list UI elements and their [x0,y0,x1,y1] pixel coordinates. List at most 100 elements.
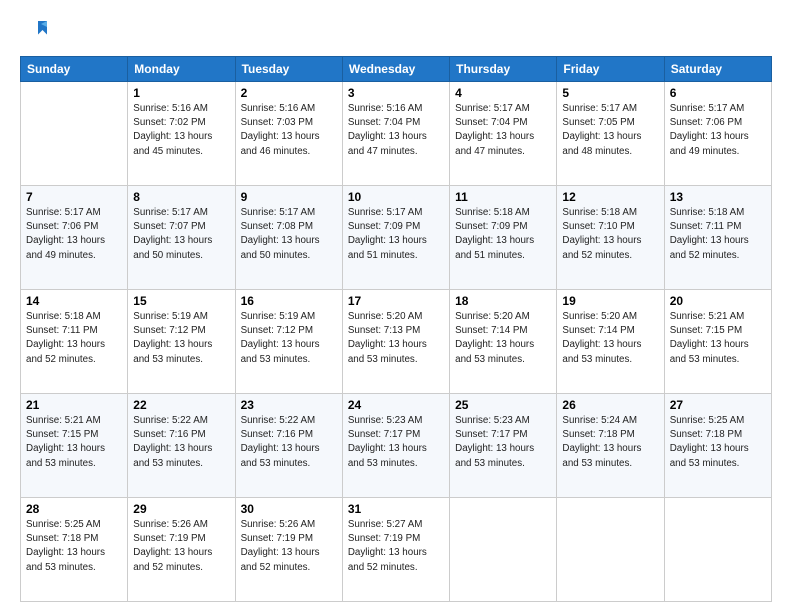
cell-info: Sunrise: 5:21 AMSunset: 7:15 PMDaylight:… [670,310,766,367]
cell-date: 14 [26,294,122,308]
calendar-cell: 3 Sunrise: 5:16 AMSunset: 7:04 PMDaylight… [342,82,449,186]
cell-info: Sunrise: 5:25 AMSunset: 7:18 PMDaylight:… [670,414,766,471]
calendar-cell: 23 Sunrise: 5:22 AMSunset: 7:16 PMDayligh… [235,394,342,498]
calendar-cell: 22 Sunrise: 5:22 AMSunset: 7:16 PMDayligh… [128,394,235,498]
cell-date: 6 [670,86,766,100]
cell-date: 12 [562,190,658,204]
cell-date: 29 [133,502,229,516]
page: SundayMondayTuesdayWednesdayThursdayFrid… [0,0,792,612]
calendar-cell [557,498,664,602]
calendar-cell: 25 Sunrise: 5:23 AMSunset: 7:17 PMDayligh… [450,394,557,498]
cell-info: Sunrise: 5:22 AMSunset: 7:16 PMDaylight:… [133,414,229,471]
cell-info: Sunrise: 5:18 AMSunset: 7:10 PMDaylight:… [562,206,658,263]
cell-info: Sunrise: 5:22 AMSunset: 7:16 PMDaylight:… [241,414,337,471]
cell-info: Sunrise: 5:17 AMSunset: 7:07 PMDaylight:… [133,206,229,263]
calendar-cell: 5 Sunrise: 5:17 AMSunset: 7:05 PMDaylight… [557,82,664,186]
calendar-cell: 2 Sunrise: 5:16 AMSunset: 7:03 PMDaylight… [235,82,342,186]
calendar-cell: 6 Sunrise: 5:17 AMSunset: 7:06 PMDaylight… [664,82,771,186]
calendar-cell: 1Sunrise: 5:16 AMSunset: 7:02 PMDaylight… [128,82,235,186]
cell-date: 22 [133,398,229,412]
weekday-header-friday: Friday [557,57,664,82]
cell-info: Sunrise: 5:16 AMSunset: 7:03 PMDaylight:… [241,102,337,159]
cell-info: Sunrise: 5:21 AMSunset: 7:15 PMDaylight:… [26,414,122,471]
weekday-header-wednesday: Wednesday [342,57,449,82]
calendar-table: SundayMondayTuesdayWednesdayThursdayFrid… [20,56,772,602]
cell-info: Sunrise: 5:17 AMSunset: 7:05 PMDaylight:… [562,102,658,159]
cell-info: Sunrise: 5:17 AMSunset: 7:06 PMDaylight:… [26,206,122,263]
calendar-cell: 16 Sunrise: 5:19 AMSunset: 7:12 PMDayligh… [235,290,342,394]
calendar-cell: 30 Sunrise: 5:26 AMSunset: 7:19 PMDayligh… [235,498,342,602]
calendar-week-row: 1Sunrise: 5:16 AMSunset: 7:02 PMDaylight… [21,82,772,186]
calendar-cell: 12 Sunrise: 5:18 AMSunset: 7:10 PMDayligh… [557,186,664,290]
header [20,18,772,48]
calendar-cell: 26Sunrise: 5:24 AMSunset: 7:18 PMDayligh… [557,394,664,498]
cell-date: 23 [241,398,337,412]
cell-date: 13 [670,190,766,204]
calendar-cell: 19Sunrise: 5:20 AMSunset: 7:14 PMDayligh… [557,290,664,394]
cell-date: 3 [348,86,444,100]
cell-date: 18 [455,294,551,308]
calendar-cell: 28 Sunrise: 5:25 AMSunset: 7:18 PMDayligh… [21,498,128,602]
calendar-cell: 7 Sunrise: 5:17 AMSunset: 7:06 PMDaylight… [21,186,128,290]
cell-date: 19 [562,294,658,308]
cell-date: 2 [241,86,337,100]
cell-date: 26 [562,398,658,412]
calendar-cell: 24Sunrise: 5:23 AMSunset: 7:17 PMDayligh… [342,394,449,498]
cell-date: 16 [241,294,337,308]
calendar-cell: 4Sunrise: 5:17 AMSunset: 7:04 PMDaylight… [450,82,557,186]
cell-date: 27 [670,398,766,412]
cell-info: Sunrise: 5:18 AMSunset: 7:11 PMDaylight:… [26,310,122,367]
calendar-cell [21,82,128,186]
cell-info: Sunrise: 5:23 AMSunset: 7:17 PMDaylight:… [348,414,444,471]
cell-date: 11 [455,190,551,204]
cell-info: Sunrise: 5:26 AMSunset: 7:19 PMDaylight:… [133,518,229,575]
weekday-header-monday: Monday [128,57,235,82]
calendar-cell: 14 Sunrise: 5:18 AMSunset: 7:11 PMDayligh… [21,290,128,394]
weekday-header-sunday: Sunday [21,57,128,82]
calendar-week-row: 14 Sunrise: 5:18 AMSunset: 7:11 PMDayligh… [21,290,772,394]
cell-info: Sunrise: 5:20 AMSunset: 7:14 PMDaylight:… [455,310,551,367]
calendar-cell: 17 Sunrise: 5:20 AMSunset: 7:13 PMDayligh… [342,290,449,394]
cell-date: 7 [26,190,122,204]
cell-date: 30 [241,502,337,516]
cell-info: Sunrise: 5:19 AMSunset: 7:12 PMDaylight:… [241,310,337,367]
calendar-cell [450,498,557,602]
cell-info: Sunrise: 5:18 AMSunset: 7:09 PMDaylight:… [455,206,551,263]
logo [20,18,56,48]
calendar-cell: 20Sunrise: 5:21 AMSunset: 7:15 PMDayligh… [664,290,771,394]
cell-date: 17 [348,294,444,308]
cell-date: 10 [348,190,444,204]
cell-info: Sunrise: 5:25 AMSunset: 7:18 PMDaylight:… [26,518,122,575]
weekday-header-thursday: Thursday [450,57,557,82]
calendar-week-row: 28 Sunrise: 5:25 AMSunset: 7:18 PMDayligh… [21,498,772,602]
cell-date: 5 [562,86,658,100]
cell-info: Sunrise: 5:26 AMSunset: 7:19 PMDaylight:… [241,518,337,575]
calendar-cell: 10 Sunrise: 5:17 AMSunset: 7:09 PMDayligh… [342,186,449,290]
weekday-header-saturday: Saturday [664,57,771,82]
calendar-week-row: 21Sunrise: 5:21 AMSunset: 7:15 PMDayligh… [21,394,772,498]
cell-date: 8 [133,190,229,204]
cell-date: 28 [26,502,122,516]
calendar-week-row: 7 Sunrise: 5:17 AMSunset: 7:06 PMDaylight… [21,186,772,290]
cell-date: 31 [348,502,444,516]
cell-info: Sunrise: 5:18 AMSunset: 7:11 PMDaylight:… [670,206,766,263]
cell-info: Sunrise: 5:17 AMSunset: 7:08 PMDaylight:… [241,206,337,263]
cell-date: 25 [455,398,551,412]
cell-info: Sunrise: 5:17 AMSunset: 7:09 PMDaylight:… [348,206,444,263]
cell-info: Sunrise: 5:17 AMSunset: 7:04 PMDaylight:… [455,102,551,159]
weekday-header-row: SundayMondayTuesdayWednesdayThursdayFrid… [21,57,772,82]
cell-info: Sunrise: 5:23 AMSunset: 7:17 PMDaylight:… [455,414,551,471]
calendar-cell: 21Sunrise: 5:21 AMSunset: 7:15 PMDayligh… [21,394,128,498]
calendar-cell: 27 Sunrise: 5:25 AMSunset: 7:18 PMDayligh… [664,394,771,498]
cell-info: Sunrise: 5:16 AMSunset: 7:04 PMDaylight:… [348,102,444,159]
logo-icon [20,18,50,48]
cell-date: 15 [133,294,229,308]
cell-info: Sunrise: 5:27 AMSunset: 7:19 PMDaylight:… [348,518,444,575]
cell-info: Sunrise: 5:20 AMSunset: 7:13 PMDaylight:… [348,310,444,367]
cell-info: Sunrise: 5:17 AMSunset: 7:06 PMDaylight:… [670,102,766,159]
calendar-cell: 15 Sunrise: 5:19 AMSunset: 7:12 PMDayligh… [128,290,235,394]
calendar-cell: 11 Sunrise: 5:18 AMSunset: 7:09 PMDayligh… [450,186,557,290]
calendar-cell: 9Sunrise: 5:17 AMSunset: 7:08 PMDaylight… [235,186,342,290]
cell-info: Sunrise: 5:19 AMSunset: 7:12 PMDaylight:… [133,310,229,367]
calendar-cell: 8 Sunrise: 5:17 AMSunset: 7:07 PMDaylight… [128,186,235,290]
